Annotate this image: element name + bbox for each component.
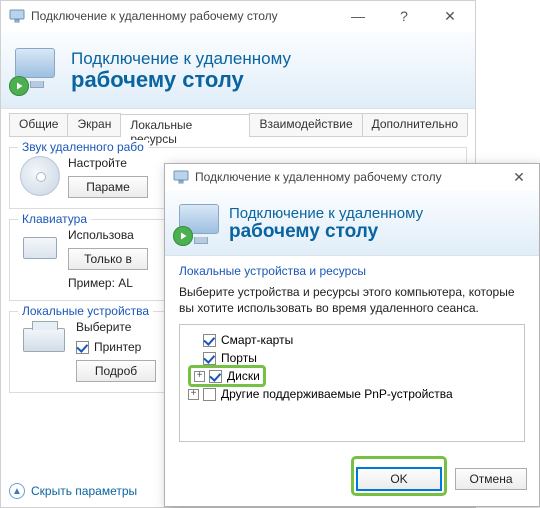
tab-general[interactable]: Общие (9, 113, 68, 136)
chevron-up-icon: ▲ (9, 483, 25, 499)
banner-line1: Подключение к удаленному (71, 49, 291, 69)
close-button[interactable]: ✕ (427, 1, 473, 31)
rdc-banner-icon (11, 46, 59, 94)
tree-item-smartcards[interactable]: Смарт-карты (188, 331, 516, 349)
window-title: Подключение к удаленному рабочему столу (31, 9, 335, 23)
dialog-close-button[interactable]: ✕ (501, 164, 537, 190)
disc-icon (20, 156, 60, 196)
highlight-drives: + Диски (188, 365, 266, 387)
minimize-button[interactable]: — (335, 1, 381, 31)
hide-options-link[interactable]: ▲ Скрыть параметры (9, 483, 137, 499)
expand-icon[interactable]: + (188, 389, 199, 400)
dialog-description: Выберите устройства и ресурсы этого комп… (179, 284, 525, 316)
rdc-banner-icon (175, 202, 217, 244)
group-keyboard-legend: Клавиатура (18, 212, 91, 226)
tree-label: Диски (227, 369, 260, 383)
devices-more-button[interactable]: Подроб (76, 360, 156, 382)
printer-icon (20, 320, 68, 360)
tree-item-pnp[interactable]: + Другие поддерживаемые PnP-устройства (188, 385, 516, 403)
keyboard-combo[interactable]: Только в (68, 248, 148, 270)
device-tree[interactable]: Смарт-карты Порты + Диски + Другие подде… (179, 324, 525, 442)
cancel-button[interactable]: Отмена (455, 468, 527, 490)
hide-options-label: Скрыть параметры (31, 484, 137, 498)
banner: Подключение к удаленному рабочему столу (1, 31, 475, 109)
tab-advanced[interactable]: Дополнительно (362, 113, 468, 136)
tab-display[interactable]: Экран (67, 113, 121, 136)
banner-line2: рабочему столу (71, 69, 291, 91)
tab-experience[interactable]: Взаимодействие (249, 113, 362, 136)
tree-item-drives[interactable]: + Диски (188, 367, 516, 385)
expand-icon[interactable]: + (194, 371, 205, 382)
checkbox-icon (203, 334, 216, 347)
rdc-icon (9, 8, 25, 24)
dialog-banner-line2: рабочему столу (229, 222, 423, 241)
group-devices-legend: Локальные устройства (18, 304, 153, 318)
titlebar: Подключение к удаленному рабочему столу … (1, 1, 475, 31)
tabs: Общие Экран Локальные ресурсы Взаимодейс… (9, 113, 467, 137)
checkbox-icon (76, 341, 89, 354)
keyboard-icon (20, 228, 60, 268)
rdc-icon (173, 169, 189, 185)
tree-label: Смарт-карты (221, 333, 293, 347)
audio-settings-button[interactable]: Параме (68, 176, 148, 198)
checkbox-icon (203, 352, 216, 365)
rdc-devices-dialog: Подключение к удаленному рабочему столу … (164, 163, 540, 507)
dialog-banner-line1: Подключение к удаленному (229, 205, 423, 222)
ok-button[interactable]: OK (356, 467, 442, 491)
dialog-title: Подключение к удаленному рабочему столу (195, 170, 501, 184)
checkbox-icon (209, 370, 222, 383)
dialog-banner: Подключение к удаленному рабочему столу (165, 190, 539, 256)
dialog-titlebar: Подключение к удаленному рабочему столу … (165, 164, 539, 190)
dialog-section-legend: Локальные устройства и ресурсы (179, 264, 525, 278)
group-audio-legend: Звук удаленного рабо (18, 140, 148, 154)
checkbox-icon (203, 388, 216, 401)
tree-label: Порты (221, 351, 257, 365)
printers-label: Принтер (94, 340, 141, 354)
help-button[interactable]: ? (381, 1, 427, 31)
tree-label: Другие поддерживаемые PnP-устройства (221, 387, 453, 401)
tab-local-resources[interactable]: Локальные ресурсы (120, 114, 250, 137)
highlight-ok: OK (351, 456, 447, 496)
